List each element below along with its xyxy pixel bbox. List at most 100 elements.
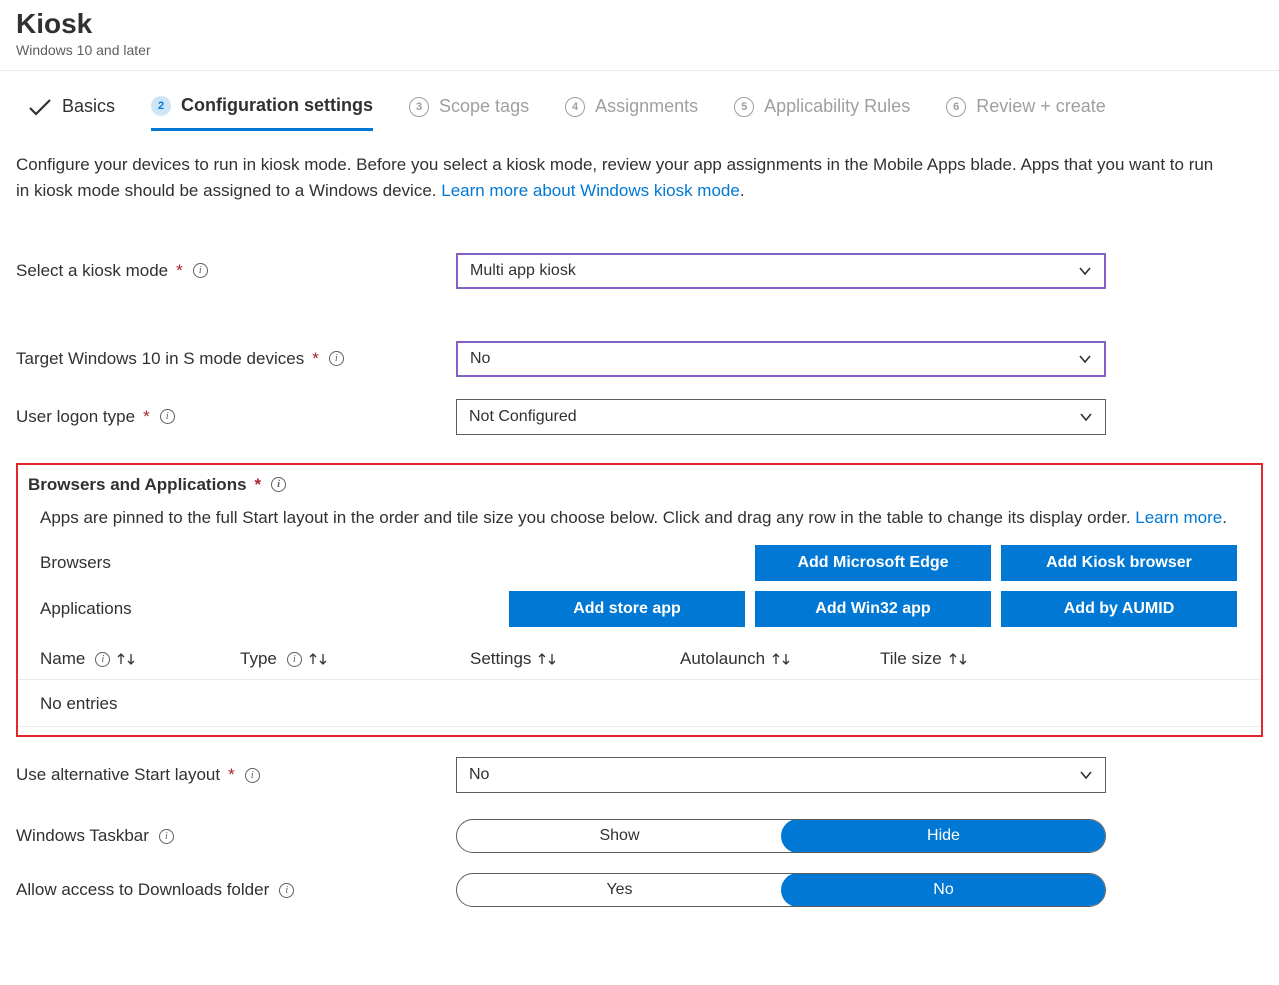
col-autolaunch[interactable]: Autolaunch (680, 649, 880, 669)
required-indicator: * (228, 765, 235, 785)
select-value: No (470, 350, 490, 368)
chevron-down-icon (1079, 410, 1093, 424)
tab-label: Basics (62, 96, 115, 117)
info-icon[interactable]: i (279, 883, 294, 898)
info-icon[interactable]: i (95, 652, 110, 667)
label-s-mode: Target Windows 10 in S mode devices * i (16, 349, 456, 369)
label-text: User logon type (16, 407, 135, 427)
select-logon-type[interactable]: Not Configured (456, 399, 1106, 435)
label-text: Allow access to Downloads folder (16, 880, 269, 900)
row-browsers: Browsers Add Microsoft Edge Add Kiosk br… (18, 531, 1261, 581)
add-kiosk-browser-button[interactable]: Add Kiosk browser (1001, 545, 1237, 581)
page-header: Kiosk Windows 10 and later (0, 0, 1279, 71)
desc-text: Apps are pinned to the full Start layout… (40, 508, 1135, 527)
label-text: Use alternative Start layout (16, 765, 220, 785)
step-badge: 3 (409, 97, 429, 117)
required-indicator: * (255, 475, 262, 495)
toggle-downloads-no[interactable]: No (781, 873, 1106, 907)
chevron-down-icon (1079, 768, 1093, 782)
sort-icon (308, 651, 328, 667)
tab-assignments[interactable]: 4 Assignments (565, 96, 698, 129)
desc-period: . (1222, 508, 1227, 527)
tab-label: Configuration settings (181, 95, 373, 116)
toggle-downloads[interactable]: Yes No (456, 873, 1106, 907)
select-s-mode[interactable]: No (456, 341, 1106, 377)
info-icon[interactable]: i (160, 409, 175, 424)
toggle-taskbar[interactable]: Show Hide (456, 819, 1106, 853)
label-kiosk-mode: Select a kiosk mode * i (16, 261, 456, 281)
required-indicator: * (312, 349, 319, 369)
label-downloads: Allow access to Downloads folder i (16, 880, 456, 900)
info-icon[interactable]: i (271, 477, 286, 492)
col-settings[interactable]: Settings (470, 649, 680, 669)
add-microsoft-edge-button[interactable]: Add Microsoft Edge (755, 545, 991, 581)
add-store-app-button[interactable]: Add store app (509, 591, 745, 627)
select-value: Not Configured (469, 408, 577, 426)
tab-label: Review + create (976, 96, 1106, 117)
label-text: Windows Taskbar (16, 826, 149, 846)
applications-buttons: Add store app Add Win32 app Add by AUMID (384, 591, 1245, 627)
row-kiosk-mode: Select a kiosk mode * i Multi app kiosk (16, 253, 1263, 289)
required-indicator: * (143, 407, 150, 427)
col-tile-size[interactable]: Tile size (880, 649, 1040, 669)
add-win32-app-button[interactable]: Add Win32 app (755, 591, 991, 627)
sort-icon (948, 651, 968, 667)
step-badge: 5 (734, 97, 754, 117)
col-label: Settings (470, 649, 531, 669)
col-label: Name (40, 649, 85, 669)
label-browsers: Browsers (40, 553, 372, 573)
page-title: Kiosk (16, 8, 1263, 40)
info-icon[interactable]: i (193, 263, 208, 278)
label-alt-start: Use alternative Start layout * i (16, 765, 456, 785)
required-indicator: * (176, 261, 183, 281)
sort-icon (771, 651, 791, 667)
tab-applicability-rules[interactable]: 5 Applicability Rules (734, 96, 910, 129)
row-alt-start: Use alternative Start layout * i No (16, 757, 1263, 793)
tab-label: Scope tags (439, 96, 529, 117)
learn-more-link[interactable]: Learn more about Windows kiosk mode (441, 181, 740, 200)
tab-configuration-settings[interactable]: 2 Configuration settings (151, 95, 373, 131)
learn-more-link[interactable]: Learn more (1135, 508, 1222, 527)
col-name[interactable]: Name i (40, 649, 240, 669)
col-label: Autolaunch (680, 649, 765, 669)
col-label: Tile size (880, 649, 942, 669)
info-icon[interactable]: i (159, 829, 174, 844)
select-kiosk-mode[interactable]: Multi app kiosk (456, 253, 1106, 289)
wizard-tabs: Basics 2 Configuration settings 3 Scope … (0, 71, 1279, 130)
section-title: Browsers and Applications * i (18, 475, 1261, 495)
label-applications: Applications (40, 599, 372, 619)
chevron-down-icon (1078, 264, 1092, 278)
toggle-taskbar-show[interactable]: Show (457, 820, 782, 852)
info-icon[interactable]: i (329, 351, 344, 366)
content-area: Configure your devices to run in kiosk m… (0, 130, 1279, 923)
info-icon[interactable]: i (245, 768, 260, 783)
tab-scope-tags[interactable]: 3 Scope tags (409, 96, 529, 129)
tab-basics[interactable]: Basics (28, 96, 115, 129)
select-alt-start[interactable]: No (456, 757, 1106, 793)
col-type[interactable]: Type i (240, 649, 470, 669)
add-by-aumid-button[interactable]: Add by AUMID (1001, 591, 1237, 627)
label-logon-type: User logon type * i (16, 407, 456, 427)
select-value: No (469, 766, 489, 784)
intro-text: Configure your devices to run in kiosk m… (16, 152, 1216, 205)
page-subtitle: Windows 10 and later (16, 42, 1263, 58)
section-browsers-applications: Browsers and Applications * i Apps are p… (16, 463, 1263, 737)
check-icon (28, 97, 52, 117)
sort-icon (537, 651, 557, 667)
col-label: Type (240, 649, 277, 669)
toggle-downloads-yes[interactable]: Yes (457, 874, 782, 906)
toggle-taskbar-hide[interactable]: Hide (781, 819, 1106, 853)
info-icon[interactable]: i (287, 652, 302, 667)
row-applications: Applications Add store app Add Win32 app… (18, 581, 1261, 627)
tab-label: Assignments (595, 96, 698, 117)
label-text: Target Windows 10 in S mode devices (16, 349, 304, 369)
section-description: Apps are pinned to the full Start layout… (18, 495, 1261, 531)
table-empty-state: No entries (18, 680, 1261, 727)
tab-review-create[interactable]: 6 Review + create (946, 96, 1106, 129)
row-s-mode: Target Windows 10 in S mode devices * i … (16, 341, 1263, 377)
step-badge: 2 (151, 96, 171, 116)
label-taskbar: Windows Taskbar i (16, 826, 456, 846)
chevron-down-icon (1078, 352, 1092, 366)
select-value: Multi app kiosk (470, 262, 576, 280)
sort-icon (116, 651, 136, 667)
